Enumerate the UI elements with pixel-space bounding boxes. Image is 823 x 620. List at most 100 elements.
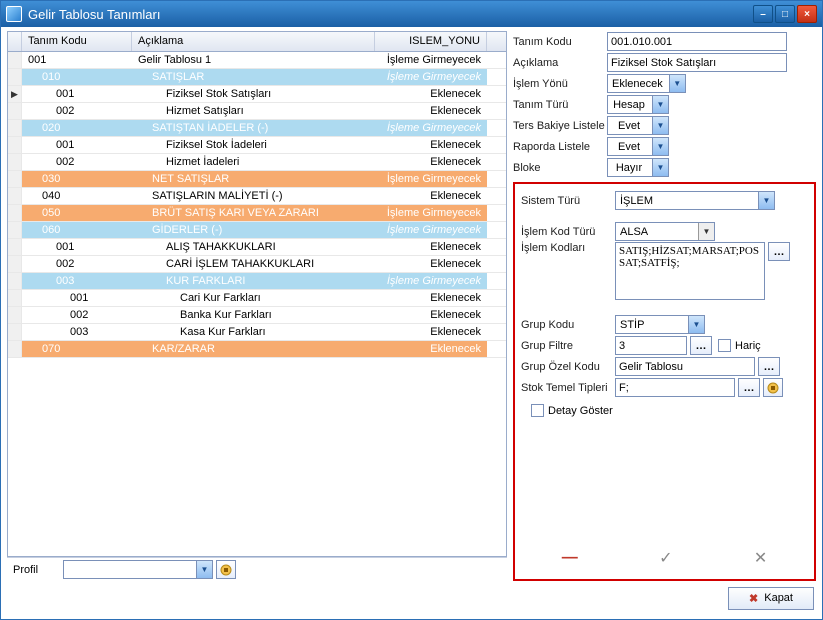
profil-config-button[interactable] xyxy=(216,560,236,579)
row-handle xyxy=(8,239,22,255)
table-row[interactable]: 040SATIŞLARIN MALİYETİ (-)Eklenecek xyxy=(8,188,506,205)
table-row[interactable]: 002Hizmet İadeleriEklenecek xyxy=(8,154,506,171)
cell-islem: İşleme Girmeyecek xyxy=(375,52,487,68)
chevron-down-icon: ▼ xyxy=(652,138,668,155)
ters-bakiye-combo[interactable]: Evet ▼ xyxy=(607,116,669,135)
sistem-turu-combo[interactable]: İŞLEM ▼ xyxy=(615,191,775,210)
cell-aciklama: SATIŞLARIN MALİYETİ (-) xyxy=(132,188,375,204)
cell-islem: İşleme Girmeyecek xyxy=(375,171,487,187)
grid-header: Tanım Kodu Açıklama ISLEM_YONU xyxy=(8,32,506,52)
islem-yonu-combo[interactable]: Eklenecek ▼ xyxy=(607,74,686,93)
titlebar: Gelir Tablosu Tanımları – □ × xyxy=(1,1,822,27)
table-row[interactable]: 001Cari Kur FarklarıEklenecek xyxy=(8,290,506,307)
cell-islem: Eklenecek xyxy=(375,239,487,255)
grup-kodu-value: STİP xyxy=(620,319,678,331)
table-row[interactable]: 001Fiziksel Stok İadeleriEklenecek xyxy=(8,137,506,154)
bloke-combo[interactable]: Hayır ▼ xyxy=(607,158,669,177)
table-row[interactable]: 070KAR/ZARAREklenecek xyxy=(8,341,506,358)
table-row[interactable]: 001ALIŞ TAHAKKUKLARIEklenecek xyxy=(8,239,506,256)
chevron-down-icon: ▼ xyxy=(698,223,714,240)
cell-aciklama: GİDERLER (-) xyxy=(132,222,375,238)
chevron-down-icon: ▼ xyxy=(196,561,212,578)
raporda-combo[interactable]: Evet ▼ xyxy=(607,137,669,156)
cell-aciklama: Gelir Tablosu 1 xyxy=(132,52,375,68)
chevron-down-icon: ▼ xyxy=(758,192,774,209)
cell-kod: 070 xyxy=(22,341,132,357)
haric-checkbox[interactable]: Hariç xyxy=(718,339,761,352)
grup-filtre-lookup-button[interactable]: … xyxy=(690,336,712,355)
grup-ozel-label: Grup Özel Kodu xyxy=(521,361,615,373)
ters-bakiye-label: Ters Bakiye Listele xyxy=(513,120,607,132)
profile-bar: Profil ▼ xyxy=(7,557,507,581)
table-row[interactable]: 002CARİ İŞLEM TAHAKKUKLARIEklenecek xyxy=(8,256,506,273)
table-row[interactable]: 001Gelir Tablosu 1İşleme Girmeyecek xyxy=(8,52,506,69)
grup-kodu-combo[interactable]: STİP ▼ xyxy=(615,315,705,334)
table-row[interactable]: 002Hizmet SatışlarıEklenecek xyxy=(8,103,506,120)
table-row[interactable]: 020SATIŞTAN İADELER (-)İşleme Girmeyecek xyxy=(8,120,506,137)
sistem-turu-value: İŞLEM xyxy=(620,195,750,207)
table-row[interactable]: 050BRÜT SATIŞ KARI VEYA ZARARIİşleme Gir… xyxy=(8,205,506,222)
row-handle xyxy=(8,307,22,323)
profil-combo[interactable]: ▼ xyxy=(63,560,213,579)
row-handle xyxy=(8,154,22,170)
row-handle xyxy=(8,324,22,340)
stok-temel-lookup-button[interactable]: … xyxy=(738,378,760,397)
islem-kodlari-textarea[interactable]: SATIŞ;HİZSAT;MARSAT;POSSAT;SATFİŞ; xyxy=(615,242,765,300)
bloke-label: Bloke xyxy=(513,162,607,174)
cell-aciklama: Banka Kur Farkları xyxy=(132,307,375,323)
table-row[interactable]: 002Banka Kur FarklarıEklenecek xyxy=(8,307,506,324)
cell-aciklama: Fiziksel Stok Satışları xyxy=(132,86,375,102)
tanim-kodu-input[interactable] xyxy=(607,32,787,51)
table-row[interactable]: 003Kasa Kur FarklarıEklenecek xyxy=(8,324,506,341)
row-handle xyxy=(8,273,22,289)
detay-goster-label: Detay Göster xyxy=(548,405,613,417)
cell-aciklama: SATIŞTAN İADELER (-) xyxy=(132,120,375,136)
cell-aciklama: NET SATIŞLAR xyxy=(132,171,375,187)
definition-grid[interactable]: Tanım Kodu Açıklama ISLEM_YONU 001Gelir … xyxy=(7,31,507,557)
cell-aciklama: Hizmet İadeleri xyxy=(132,154,375,170)
raporda-label: Raporda Listele xyxy=(513,141,607,153)
cell-islem: İşleme Girmeyecek xyxy=(375,222,487,238)
chevron-down-icon: ▼ xyxy=(688,316,704,333)
cell-islem: İşleme Girmeyecek xyxy=(375,120,487,136)
confirm-action[interactable]: ✓ xyxy=(659,548,672,568)
col-header-islem[interactable]: ISLEM_YONU xyxy=(375,32,487,51)
cell-islem: İşleme Girmeyecek xyxy=(375,69,487,85)
islem-kod-turu-combo[interactable]: ALSA ▼ xyxy=(615,222,715,241)
table-row[interactable]: 010SATIŞLARİşleme Girmeyecek xyxy=(8,69,506,86)
cell-islem: Eklenecek xyxy=(375,324,487,340)
delete-action[interactable]: — xyxy=(562,549,578,567)
islem-yonu-value: Eklenecek xyxy=(612,78,669,90)
window-close-button[interactable]: × xyxy=(797,5,817,23)
maximize-button[interactable]: □ xyxy=(775,5,795,23)
islem-kod-turu-label: İşlem Kod Türü xyxy=(521,226,615,238)
chevron-down-icon: ▼ xyxy=(652,117,668,134)
aciklama-input[interactable] xyxy=(607,53,787,72)
table-row[interactable]: 030NET SATIŞLARİşleme Girmeyecek xyxy=(8,171,506,188)
cancel-action[interactable]: ✕ xyxy=(754,548,767,568)
tanim-turu-combo[interactable]: Hesap ▼ xyxy=(607,95,669,114)
stok-temel-input[interactable] xyxy=(615,378,735,397)
close-button[interactable]: ✖ Kapat xyxy=(728,587,814,610)
cell-kod: 002 xyxy=(22,154,132,170)
col-header-aciklama[interactable]: Açıklama xyxy=(132,32,375,51)
cell-aciklama: CARİ İŞLEM TAHAKKUKLARI xyxy=(132,256,375,272)
islem-yonu-label: İşlem Yönü xyxy=(513,78,607,90)
cell-kod: 003 xyxy=(22,324,132,340)
col-header-kod[interactable]: Tanım Kodu xyxy=(22,32,132,51)
app-icon xyxy=(6,6,22,22)
grup-filtre-input[interactable] xyxy=(615,336,687,355)
minimize-button[interactable]: – xyxy=(753,5,773,23)
islem-kodlari-lookup-button[interactable]: … xyxy=(768,242,790,261)
cell-islem: Eklenecek xyxy=(375,188,487,204)
detay-goster-checkbox[interactable]: Detay Göster xyxy=(531,404,613,417)
table-row[interactable]: 060GİDERLER (-)İşleme Girmeyecek xyxy=(8,222,506,239)
close-icon: ✖ xyxy=(749,592,758,605)
row-handle xyxy=(8,69,22,85)
aciklama-label: Açıklama xyxy=(513,57,607,69)
grup-ozel-lookup-button[interactable]: … xyxy=(758,357,780,376)
stok-temel-config-button[interactable] xyxy=(763,378,783,397)
grup-ozel-input[interactable] xyxy=(615,357,755,376)
table-row[interactable]: 003KUR FARKLARIİşleme Girmeyecek xyxy=(8,273,506,290)
table-row[interactable]: ▶001Fiziksel Stok SatışlarıEklenecek xyxy=(8,86,506,103)
